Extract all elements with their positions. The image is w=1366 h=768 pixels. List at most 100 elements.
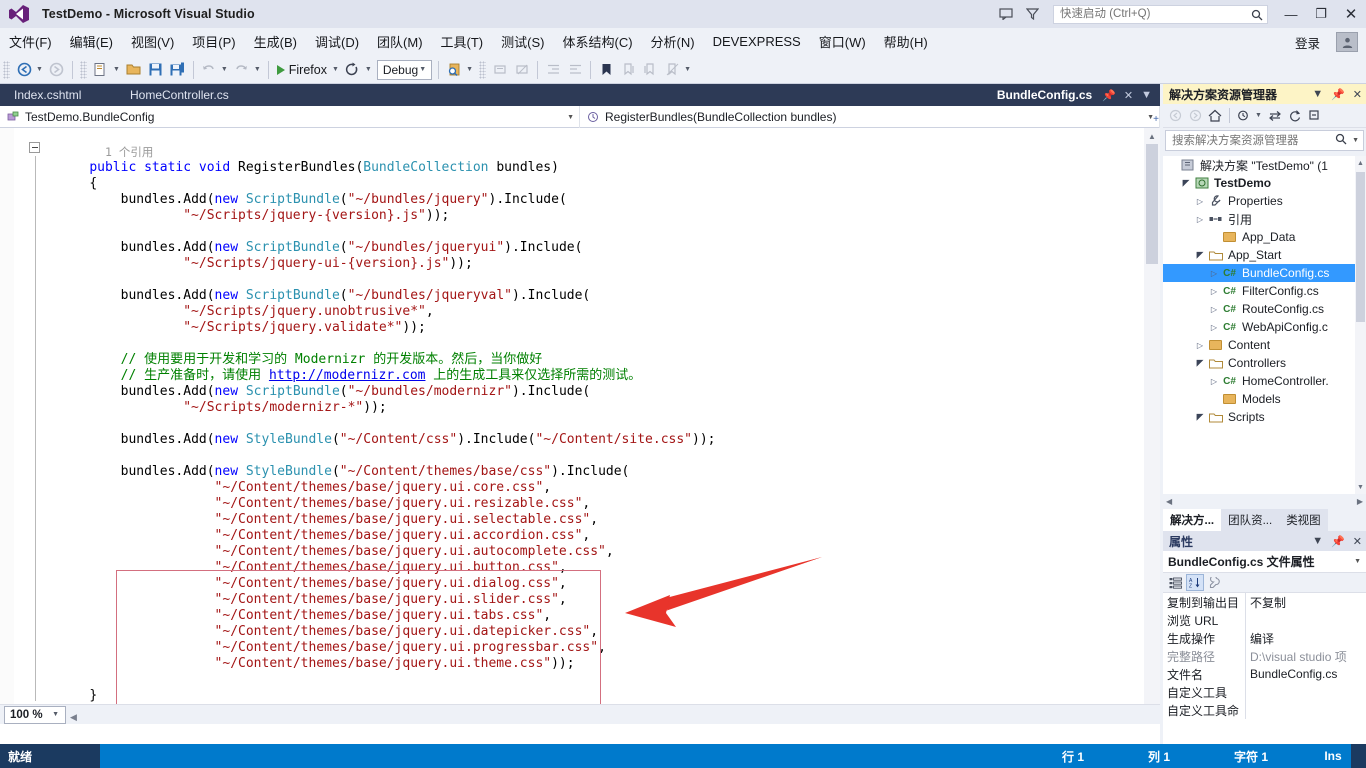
menu-item-analyze[interactable]: 分析(N) xyxy=(642,29,704,55)
minimize-button[interactable]: — xyxy=(1276,0,1306,28)
home-icon[interactable] xyxy=(1205,106,1225,126)
properties-grid[interactable]: 复制到输出目 不复制 浏览 URL 生成操作 编译 完整路径 D:\visual studi… xyxy=(1163,593,1366,745)
collapse-region-button[interactable] xyxy=(29,142,40,153)
close-button[interactable]: ✕ xyxy=(1336,0,1366,28)
menu-item-window[interactable]: 窗口(W) xyxy=(810,29,875,55)
restart-dropdown-icon[interactable]: ▼ xyxy=(364,66,375,73)
collapsed-twisty-icon[interactable]: ▷ xyxy=(1207,287,1221,296)
expanded-twisty-icon[interactable]: ◢ xyxy=(1179,178,1193,189)
menu-item-project[interactable]: 项目(P) xyxy=(183,29,244,55)
undo-icon[interactable] xyxy=(198,59,220,81)
navigation-member-combo[interactable]: RegisterBundles(BundleCollection bundles… xyxy=(580,106,1160,128)
pin-icon[interactable]: 📌 xyxy=(1327,535,1349,548)
solution-tree-vertical-scrollbar[interactable]: ▲ ▼ xyxy=(1355,156,1366,494)
save-icon[interactable] xyxy=(145,59,167,81)
property-row[interactable]: 自定义工具命 xyxy=(1163,701,1366,719)
quick-launch-box[interactable] xyxy=(1053,4,1268,24)
expanded-twisty-icon[interactable]: ◢ xyxy=(1193,250,1207,261)
tree-item[interactable]: ▷ C# FilterConfig.cs xyxy=(1163,282,1366,300)
editor-horizontal-scrollbar[interactable]: ◀ xyxy=(70,707,1155,723)
comment-icon[interactable] xyxy=(489,59,511,81)
menu-item-debug[interactable]: 调试(D) xyxy=(306,29,368,55)
collapsed-twisty-icon[interactable]: ▷ xyxy=(1207,269,1221,278)
outlining-margin[interactable] xyxy=(28,128,44,704)
tree-item[interactable]: ◢ TestDemo xyxy=(1163,174,1366,192)
property-row[interactable]: 文件名 BundleConfig.cs xyxy=(1163,665,1366,683)
property-row[interactable]: 生成操作 编译 xyxy=(1163,629,1366,647)
property-row[interactable]: 自定义工具 xyxy=(1163,683,1366,701)
pending-changes-dropdown-icon[interactable]: ▼ xyxy=(1254,112,1265,119)
toolbar-overflow-icon[interactable]: ▼ xyxy=(683,66,694,73)
tab-list-icon[interactable]: ▼ xyxy=(1137,89,1156,101)
menu-item-team[interactable]: 团队(M) xyxy=(368,29,432,55)
uncomment-icon[interactable] xyxy=(511,59,533,81)
pending-changes-icon[interactable] xyxy=(1234,106,1254,126)
property-value[interactable]: BundleConfig.cs xyxy=(1246,665,1366,683)
sync-with-active-document-icon[interactable] xyxy=(1265,106,1285,126)
navigate-back-dropdown-icon[interactable]: ▼ xyxy=(35,66,46,73)
solution-explorer-search-box[interactable]: ▼ xyxy=(1165,130,1364,151)
pin-icon[interactable]: 📌 xyxy=(1327,88,1349,101)
properties-icon[interactable] xyxy=(1206,574,1224,591)
property-row[interactable]: 浏览 URL xyxy=(1163,611,1366,629)
solution-explorer-search-input[interactable] xyxy=(1170,133,1315,148)
collapsed-twisty-icon[interactable]: ▷ xyxy=(1193,341,1207,350)
scroll-up-arrow[interactable]: ▲ xyxy=(1144,128,1160,144)
account-icon[interactable] xyxy=(1336,32,1358,52)
collapsed-twisty-icon[interactable]: ▷ xyxy=(1207,305,1221,314)
search-icon[interactable] xyxy=(1335,132,1347,150)
search-options-dropdown-icon[interactable]: ▼ xyxy=(1352,137,1359,144)
tree-item[interactable]: ▷ C# WebApiConfig.c xyxy=(1163,318,1366,336)
navigation-type-combo[interactable]: TestDemo.BundleConfig ▼ xyxy=(0,106,580,128)
menu-item-help[interactable]: 帮助(H) xyxy=(875,29,937,55)
find-in-files-icon[interactable] xyxy=(443,59,465,81)
solution-tree-horizontal-scrollbar[interactable]: ◀ ▶ xyxy=(1163,494,1366,509)
indent-icon[interactable] xyxy=(564,59,586,81)
code-link[interactable]: http://modernizr.com xyxy=(269,368,426,383)
collapsed-twisty-icon[interactable]: ▷ xyxy=(1193,215,1207,224)
tree-item[interactable]: ▷ C# RouteConfig.cs xyxy=(1163,300,1366,318)
document-tab-index-cshtml[interactable]: Index.cshtml xyxy=(4,84,91,106)
property-value[interactable] xyxy=(1246,611,1366,629)
editor-vertical-scrollbar[interactable]: + ▲ ▼ xyxy=(1144,114,1160,724)
start-debugging-dropdown-icon[interactable]: ▼ xyxy=(331,66,342,73)
expanded-twisty-icon[interactable]: ◢ xyxy=(1193,412,1207,423)
close-icon[interactable]: ✕ xyxy=(1349,535,1366,548)
chevron-down-icon[interactable]: ▼ xyxy=(51,711,62,718)
new-project-icon[interactable] xyxy=(90,59,112,81)
scroll-left-arrow[interactable]: ◀ xyxy=(1166,497,1172,506)
next-bookmark-icon[interactable] xyxy=(639,59,661,81)
property-value[interactable] xyxy=(1246,683,1366,701)
alphabetical-sort-icon[interactable]: AZ xyxy=(1186,574,1204,591)
start-debugging-button[interactable]: Firefox xyxy=(273,63,331,77)
code-text[interactable]: 1 个引用 public static void RegisterBundles… xyxy=(58,128,1148,704)
back-icon[interactable] xyxy=(1165,106,1185,126)
menu-item-view[interactable]: 视图(V) xyxy=(122,29,183,55)
menu-item-build[interactable]: 生成(B) xyxy=(245,29,306,55)
tree-item[interactable]: Models xyxy=(1163,390,1366,408)
scroll-down-arrow[interactable]: ▼ xyxy=(1355,480,1366,494)
previous-bookmark-icon[interactable] xyxy=(617,59,639,81)
tab-team-explorer[interactable]: 团队资... xyxy=(1221,509,1280,531)
pin-icon[interactable]: 📌 xyxy=(1098,89,1120,102)
code-editor[interactable]: 1 个引用 public static void RegisterBundles… xyxy=(0,128,1160,704)
new-project-dropdown-icon[interactable]: ▼ xyxy=(112,66,123,73)
close-icon[interactable]: ✕ xyxy=(1120,89,1137,102)
tree-item[interactable]: 解决方案 "TestDemo" (1 xyxy=(1163,156,1366,174)
collapse-all-icon[interactable] xyxy=(1305,106,1325,126)
expanded-twisty-icon[interactable]: ◢ xyxy=(1193,358,1207,369)
bookmark-icon[interactable] xyxy=(595,59,617,81)
feedback-icon[interactable] xyxy=(993,2,1019,26)
redo-dropdown-icon[interactable]: ▼ xyxy=(253,66,264,73)
refresh-icon[interactable] xyxy=(1285,106,1305,126)
tree-item[interactable]: ▷ Properties xyxy=(1163,192,1366,210)
close-icon[interactable]: ✕ xyxy=(1349,88,1366,101)
property-row[interactable]: 复制到输出目 不复制 xyxy=(1163,593,1366,611)
scrollbar-thumb[interactable] xyxy=(1356,172,1365,322)
solution-tree[interactable]: 解决方案 "TestDemo" (1 ◢ TestDemo ▷ Properties ▷ 引… xyxy=(1163,156,1366,494)
maximize-button[interactable]: ❐ xyxy=(1306,0,1336,28)
menu-item-file[interactable]: 文件(F) xyxy=(0,29,61,55)
tree-item[interactable]: ▷ C# HomeController. xyxy=(1163,372,1366,390)
scroll-left-arrow[interactable]: ◀ xyxy=(70,712,77,722)
breakpoint-gutter[interactable] xyxy=(0,128,14,704)
